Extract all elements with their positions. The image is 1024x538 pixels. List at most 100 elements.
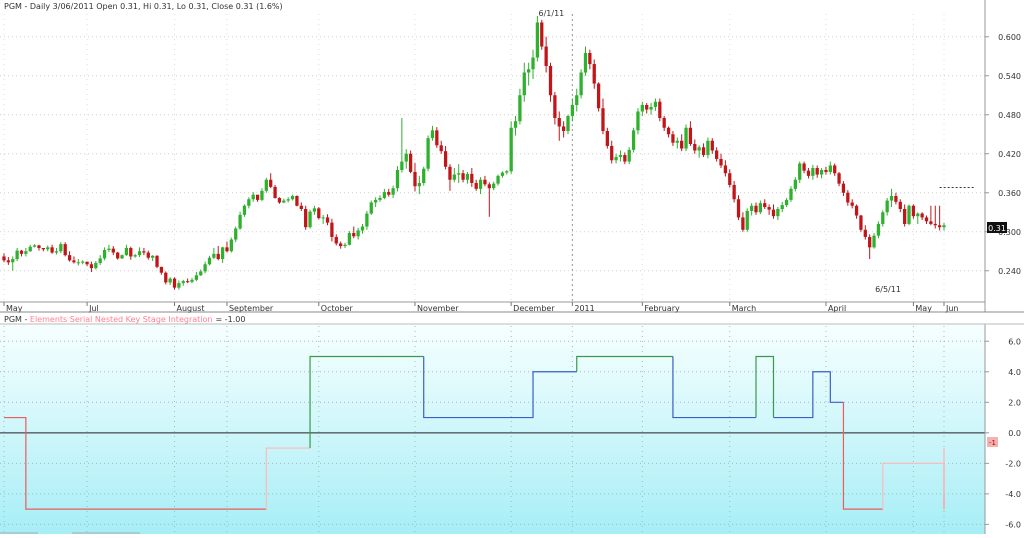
candle-body xyxy=(920,213,924,218)
candle-body xyxy=(763,203,767,208)
indicator-title: PGM - Elements Serial Nested Key Stage I… xyxy=(4,315,245,324)
candle-body xyxy=(190,279,194,282)
candle-body xyxy=(675,140,679,143)
candle-body xyxy=(715,150,719,159)
candle-body xyxy=(395,170,400,189)
candle-body xyxy=(903,209,907,224)
candle-body xyxy=(798,163,802,180)
candle-body xyxy=(815,168,819,175)
candle-body xyxy=(142,251,146,253)
candle-body xyxy=(133,255,137,257)
candle-body xyxy=(321,217,325,219)
indicator-title-name: Elements Serial Nested Key Stage Integra… xyxy=(30,315,213,324)
candle-body xyxy=(308,211,312,228)
candle-body xyxy=(771,209,776,217)
candle-body xyxy=(758,203,763,213)
candle-body xyxy=(837,173,841,184)
candle-body xyxy=(496,175,500,184)
candle-body xyxy=(391,188,395,195)
candle-body xyxy=(658,101,662,118)
candle-body xyxy=(54,251,59,253)
candle-body xyxy=(413,171,417,187)
candle-body xyxy=(640,105,644,112)
date-annotation: 6/1/11 xyxy=(539,9,565,18)
candle-body xyxy=(474,183,478,189)
candle-body xyxy=(645,105,649,110)
candle-body xyxy=(461,173,465,180)
candle-body xyxy=(780,205,784,209)
candle-body xyxy=(260,190,264,200)
candle-body xyxy=(199,271,203,276)
candle-body xyxy=(776,209,780,217)
candle-body xyxy=(561,126,566,131)
candle-body xyxy=(151,255,155,258)
candle-body xyxy=(841,183,846,193)
candle-body xyxy=(177,283,181,288)
candle-body xyxy=(229,239,233,252)
candle-body xyxy=(457,173,461,175)
candle-body xyxy=(360,226,365,231)
candle-body xyxy=(749,205,754,211)
candle-body xyxy=(937,225,942,228)
date-tick-label: May xyxy=(6,304,23,313)
date-tick-label: 2011 xyxy=(574,304,594,313)
candle-body xyxy=(754,205,758,213)
candle-body xyxy=(295,196,299,206)
candle-body xyxy=(531,57,535,70)
candle-body xyxy=(846,192,850,203)
candle-body xyxy=(15,250,19,260)
candle-body xyxy=(98,258,102,263)
candle-body xyxy=(518,95,522,122)
candle-body xyxy=(72,260,76,263)
candle-body xyxy=(19,250,24,254)
candle-body xyxy=(378,197,382,200)
candle-body xyxy=(430,130,435,139)
candle-body xyxy=(833,165,837,174)
chart-svg: May Jul August September October November Dece… xyxy=(0,0,1024,534)
candle-body xyxy=(688,127,693,144)
candle-body xyxy=(513,121,518,128)
candle-body xyxy=(548,66,553,96)
candle-body xyxy=(164,272,168,283)
candle-body xyxy=(277,197,282,203)
candle-body xyxy=(2,256,6,261)
candle-body xyxy=(557,118,561,127)
candle-body xyxy=(784,199,789,206)
candle-body xyxy=(155,255,159,267)
candle-body xyxy=(596,83,601,109)
candle-body xyxy=(465,173,470,180)
candle-body xyxy=(404,153,408,162)
candle-body xyxy=(124,248,129,256)
candle-body xyxy=(942,225,946,228)
price-tick-label: 0.480 xyxy=(998,111,1021,120)
candle-body xyxy=(863,229,867,237)
candle-body xyxy=(67,255,72,261)
candle-body xyxy=(373,199,378,203)
candle-body xyxy=(592,64,596,84)
price-tick-label: 0.540 xyxy=(998,72,1021,81)
candle-body xyxy=(824,170,828,172)
date-tick-label: August xyxy=(177,304,205,313)
candle-body xyxy=(662,118,666,128)
candle-body xyxy=(588,53,592,65)
date-tick-label: September xyxy=(229,304,274,313)
candle-body xyxy=(251,194,255,200)
candle-body xyxy=(723,165,728,174)
candle-body xyxy=(238,214,242,229)
candle-body xyxy=(120,255,124,259)
candle-body xyxy=(94,262,98,269)
candle-body xyxy=(828,165,832,172)
candle-body xyxy=(736,199,741,218)
date-tick-label: May xyxy=(915,304,932,313)
candle-body xyxy=(448,166,452,180)
candle-body xyxy=(610,145,614,161)
candle-body xyxy=(339,243,343,247)
candle-body xyxy=(872,235,876,248)
candle-body xyxy=(478,179,483,189)
chart-root: May Jul August September October November Dece… xyxy=(0,0,1024,534)
candle-body xyxy=(500,172,505,176)
candle-body xyxy=(666,127,671,135)
date-tick-label: March xyxy=(732,304,756,313)
price-axis: 0.2400.3000.3600.4200.4800.5400.600 xyxy=(985,33,1021,276)
candle-body xyxy=(347,233,352,245)
